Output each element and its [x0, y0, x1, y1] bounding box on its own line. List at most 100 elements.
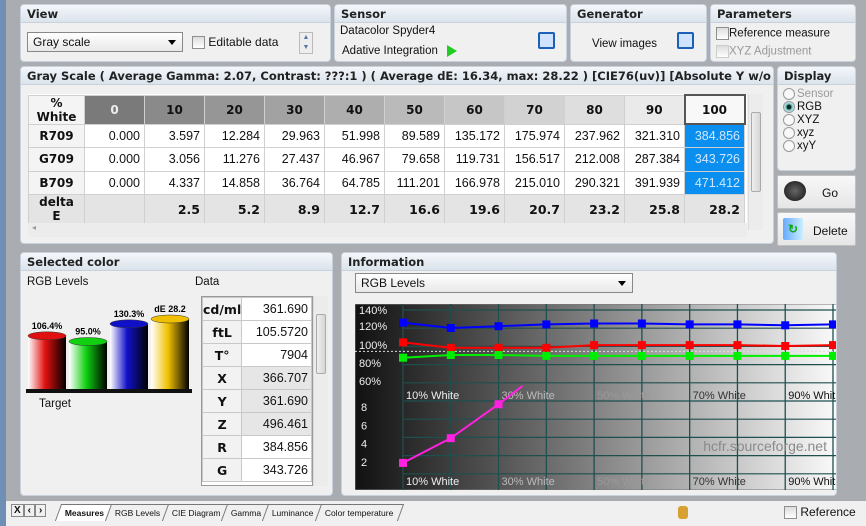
tab-label: Measures — [64, 508, 105, 518]
table-cell[interactable]: 23.2 — [564, 194, 625, 224]
table-cell[interactable]: 14.858 — [204, 170, 265, 195]
display-radio-sensor[interactable]: Sensor — [783, 88, 833, 100]
table-cell[interactable]: 0.000 — [84, 147, 145, 172]
table-vertical-scrollbar[interactable] — [748, 94, 763, 230]
tab-cie-diagram[interactable]: CIE Diagram — [161, 504, 231, 521]
data-row-label: T° — [202, 343, 243, 367]
column-header[interactable]: 10 — [144, 94, 205, 125]
table-cell[interactable]: 212.008 — [564, 147, 625, 172]
green-point — [399, 353, 407, 362]
close-tab-button[interactable]: X — [11, 504, 24, 517]
delta-e-point — [446, 434, 455, 443]
table-cell[interactable]: 16.6 — [384, 194, 445, 224]
reference-measure-checkbox[interactable]: Reference measure — [716, 27, 830, 40]
scroll-thumb[interactable] — [751, 112, 761, 192]
table-cell[interactable]: 156.517 — [504, 147, 565, 172]
table-cell[interactable]: 51.998 — [324, 123, 385, 148]
table-cell[interactable]: 237.962 — [564, 123, 625, 148]
column-header[interactable]: 0 — [84, 94, 145, 125]
chevron-down-icon — [618, 281, 626, 286]
table-cell[interactable]: 119.731 — [444, 147, 505, 172]
table-cell[interactable]: 28.2 — [684, 194, 745, 224]
prev-tab-button[interactable]: ‹ — [23, 504, 36, 517]
column-header[interactable]: 90 — [624, 94, 685, 125]
table-cell[interactable]: 135.172 — [444, 123, 505, 148]
red-point — [399, 338, 407, 347]
table-cell[interactable]: 19.6 — [444, 194, 505, 224]
column-header[interactable]: 60 — [444, 94, 505, 125]
tab-rgb-levels[interactable]: RGB Levels — [105, 504, 171, 521]
table-cell[interactable]: 0.000 — [84, 170, 145, 195]
y-tick-label: 4 — [361, 439, 367, 451]
table-cell[interactable]: 46.967 — [324, 147, 385, 172]
column-header[interactable]: 20 — [204, 94, 265, 125]
table-cell[interactable]: 391.939 — [624, 170, 685, 195]
selected-color-title: Selected color — [21, 253, 332, 271]
edit-sensor-icon[interactable] — [538, 32, 555, 49]
table-cell[interactable]: 166.978 — [444, 170, 505, 195]
table-cell[interactable]: 27.437 — [264, 147, 325, 172]
column-header[interactable]: 40 — [324, 94, 385, 125]
table-cell[interactable]: 215.010 — [504, 170, 565, 195]
view-images-button[interactable]: View images — [592, 38, 657, 50]
column-header[interactable]: 30 — [264, 94, 325, 125]
table-cell[interactable]: 25.8 — [624, 194, 685, 224]
xyz-adjustment-checkbox[interactable]: XYZ Adjustment — [716, 45, 811, 58]
table-cell[interactable]: 29.963 — [264, 123, 325, 148]
table-cell[interactable]: 384.856 — [684, 123, 745, 148]
rgb-levels-bar-chart: 106.4% 95.0% 130.3% dE 28.2 — [26, 304, 192, 393]
table-cell[interactable]: 471.412 — [684, 170, 745, 195]
table-cell[interactable]: 343.726 — [684, 147, 745, 172]
view-mode-select[interactable]: Gray scale — [27, 32, 183, 52]
table-cell[interactable]: 2.5 — [144, 194, 205, 224]
delta-e-point — [399, 458, 407, 467]
table-cell[interactable]: 3.056 — [144, 147, 205, 172]
reference-checkbox[interactable]: Reference — [784, 505, 856, 520]
table-cell[interactable]: 0.000 — [84, 123, 145, 148]
window-edge — [0, 0, 6, 526]
column-header[interactable]: 50 — [384, 94, 445, 125]
data-vertical-scrollbar[interactable] — [313, 296, 328, 486]
display-radio-xyz[interactable]: xyz — [783, 127, 833, 139]
table-cell[interactable]: 79.658 — [384, 147, 445, 172]
table-cell[interactable]: 12.284 — [204, 123, 265, 148]
spin-button[interactable]: ▲ ▼ — [299, 32, 313, 54]
information-title: Information — [342, 253, 836, 271]
table-cell[interactable]: 8.9 — [264, 194, 325, 224]
go-button[interactable]: Go — [777, 175, 856, 209]
table-cell[interactable]: 12.7 — [324, 194, 385, 224]
table-cell[interactable]: 89.589 — [384, 123, 445, 148]
table-cell[interactable]: 175.974 — [504, 123, 565, 148]
edit-generator-icon[interactable] — [677, 32, 694, 49]
row-label: B709 — [28, 170, 85, 195]
delete-button[interactable]: ↻ Delete — [777, 212, 856, 246]
play-icon[interactable] — [447, 45, 457, 57]
display-radio-rgb[interactable]: RGB — [783, 101, 833, 113]
table-cell[interactable]: 36.764 — [264, 170, 325, 195]
editable-data-checkbox[interactable]: Editable data — [192, 35, 278, 50]
table-cell[interactable]: 5.2 — [204, 194, 265, 224]
table-cell[interactable]: 111.201 — [384, 170, 445, 195]
table-cell[interactable]: 3.597 — [144, 123, 205, 148]
table-cell[interactable]: 20.7 — [504, 194, 565, 224]
table-horizontal-scrollbar[interactable]: ◂ — [28, 223, 747, 237]
table-cell[interactable] — [84, 194, 145, 224]
tab-color-temperature[interactable]: Color temperature — [314, 504, 404, 521]
scroll-thumb[interactable] — [316, 314, 326, 374]
table-cell[interactable]: 287.384 — [624, 147, 685, 172]
table-cell[interactable]: 4.337 — [144, 170, 205, 195]
information-mode-select[interactable]: RGB Levels — [355, 273, 633, 293]
display-radio-xyy[interactable]: xyY — [783, 140, 833, 152]
next-tab-button[interactable]: › — [35, 504, 47, 517]
table-cell[interactable]: 290.321 — [564, 170, 625, 195]
table-cell[interactable]: 64.785 — [324, 170, 385, 195]
data-row-label: cd/ml — [202, 297, 243, 321]
table-cell[interactable]: 11.276 — [204, 147, 265, 172]
table-cell[interactable]: 321.310 — [624, 123, 685, 148]
display-radio-xyz[interactable]: XYZ — [783, 114, 833, 126]
column-header[interactable]: 70 — [504, 94, 565, 125]
y-tick-label: 80% — [359, 358, 381, 370]
red-point — [494, 343, 503, 352]
column-header[interactable]: 100 — [683, 94, 746, 125]
column-header[interactable]: 80 — [564, 94, 625, 125]
